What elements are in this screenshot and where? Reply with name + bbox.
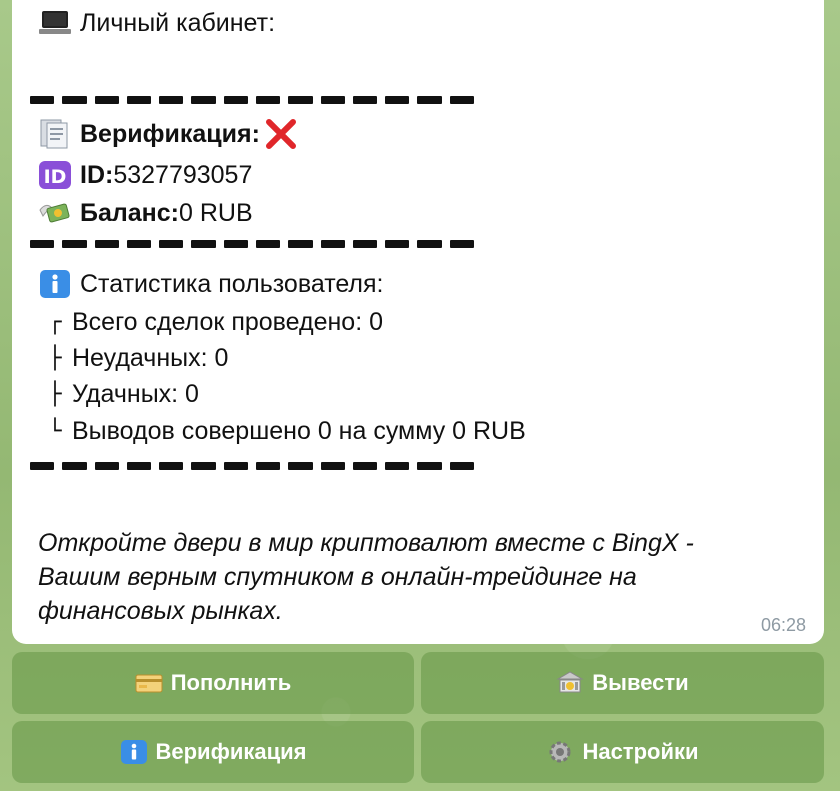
stats-item-text: Удачных: 0 <box>72 380 199 408</box>
promo-text: Откройте двери в мир криптовалют вместе … <box>38 529 694 625</box>
credit-card-icon <box>135 670 163 696</box>
stats-title: Статистика пользователя: <box>80 269 384 298</box>
verification-button-label: Верификация <box>155 739 307 764</box>
gear-icon <box>546 739 574 765</box>
message-bubble: Личный кабинет: Верификация: ID ID: 5327… <box>12 0 824 644</box>
id-badge-icon: ID <box>38 160 72 190</box>
money-wings-icon <box>38 198 72 228</box>
info-icon <box>38 269 72 299</box>
withdraw-button[interactable]: Вывести <box>421 652 824 714</box>
stats-item: ├ Неудачных: 0 <box>38 344 228 373</box>
profile-header-text: Личный кабинет: <box>80 8 276 37</box>
verification-row: Верификация: <box>38 119 306 149</box>
stats-item: ┌ Всего сделок проведено: 0 <box>38 308 383 337</box>
settings-button[interactable]: Настройки <box>421 721 824 783</box>
balance-value: 0 RUB <box>179 198 253 227</box>
tree-branch: ├ <box>48 346 62 371</box>
verification-label: Верификация: <box>80 119 260 148</box>
id-row: ID ID: 5327793057 <box>38 160 252 190</box>
id-value: 5327793057 <box>113 160 253 189</box>
settings-button-label: Настройки <box>582 739 699 764</box>
tree-branch: ┌ <box>48 310 62 335</box>
profile-header: Личный кабинет: <box>38 8 275 38</box>
info-icon <box>120 739 148 765</box>
stats-item-text: Неудачных: 0 <box>72 344 229 372</box>
id-label: ID: <box>80 160 114 189</box>
stats-item: ├ Удачных: 0 <box>38 380 199 409</box>
withdraw-button-label: Вывести <box>592 670 689 695</box>
bank-icon <box>556 670 585 696</box>
document-icon <box>38 119 72 149</box>
balance-row: Баланс: 0 RUB <box>38 198 253 228</box>
tree-branch: └ <box>48 419 62 444</box>
deposit-button-label: Пополнить <box>170 670 292 695</box>
divider-middle <box>30 240 474 248</box>
svg-text:ID: ID <box>44 166 67 188</box>
red-cross-icon <box>264 119 298 149</box>
stats-item-text: Всего сделок проведено: 0 <box>72 308 384 336</box>
divider-top <box>30 96 474 104</box>
stats-item-text: Выводов совершено 0 на сумму 0 RUB <box>72 417 526 445</box>
laptop-icon <box>38 8 72 38</box>
stats-header: Статистика пользователя: <box>38 269 384 299</box>
message-time: 06:28 <box>760 615 806 635</box>
verification-button[interactable]: Верификация <box>12 721 414 783</box>
tree-branch: ├ <box>48 382 62 407</box>
divider-bottom <box>30 462 474 470</box>
balance-label: Баланс: <box>80 198 179 227</box>
stats-item: └ Выводов совершено 0 на сумму 0 RUB <box>38 417 526 446</box>
deposit-button[interactable]: Пополнить <box>12 652 414 714</box>
